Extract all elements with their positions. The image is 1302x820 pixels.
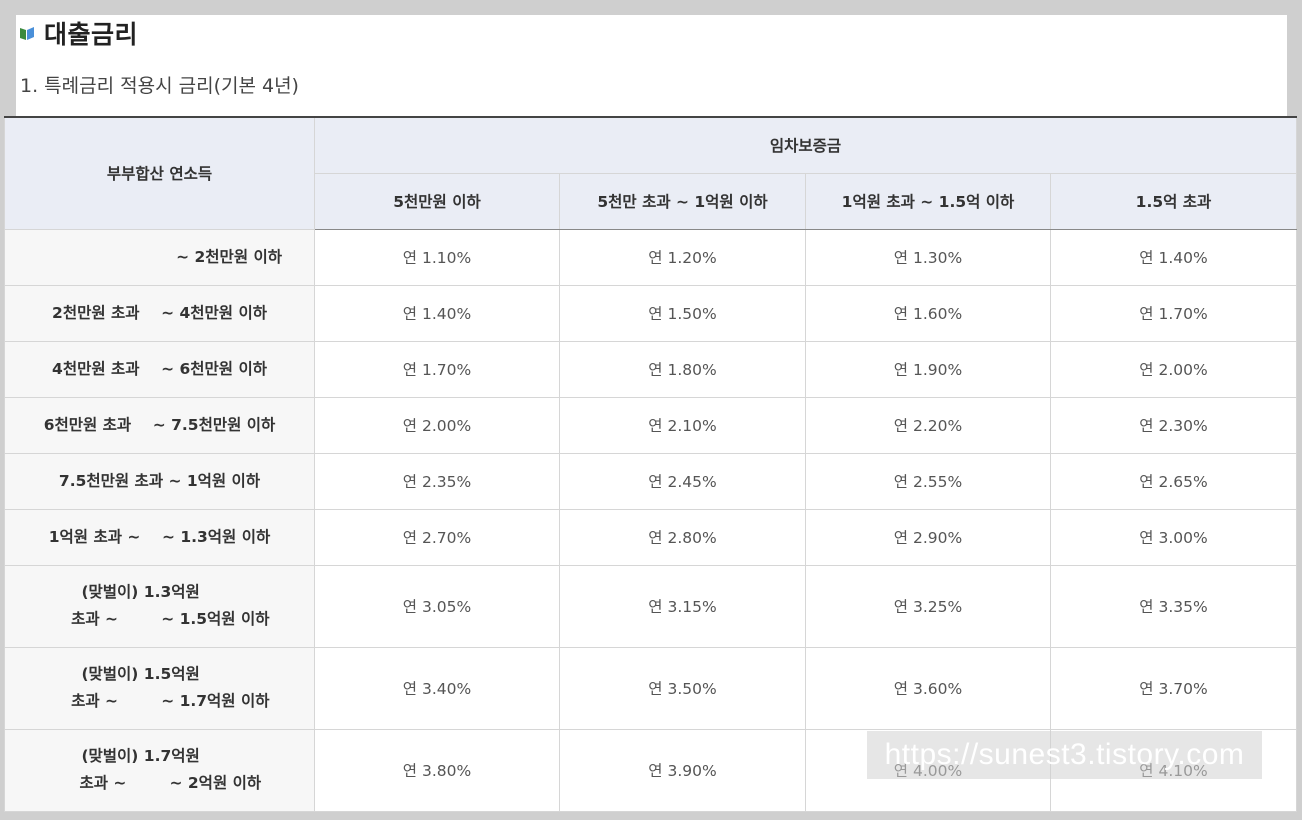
- rate-cell: 연 2.80%: [559, 508, 806, 566]
- rate-cell: 연 2.65%: [1050, 452, 1297, 510]
- rate-cell: 연 1.30%: [805, 228, 1051, 286]
- income-range: (맞벌이) 1.5억원 초과 ~ ~ 1.7억원 이하: [4, 646, 315, 730]
- rate-cell: 연 1.40%: [314, 284, 560, 342]
- rates-table: 부부합산 연소득 임차보증금 5천만원 이하 5천만 초과 ~ 1억원 이하 1…: [4, 116, 1297, 812]
- rate-cell: 연 2.10%: [559, 396, 806, 454]
- book-icon: [18, 24, 36, 42]
- column-header: 1.5억 초과: [1050, 172, 1297, 230]
- rate-cell: 연 1.90%: [805, 340, 1051, 398]
- income-range: 4천만원 초과 ~ 6천만원 이하: [4, 340, 315, 398]
- rate-cell: 연 3.25%: [805, 564, 1051, 648]
- column-header: 1억원 초과 ~ 1.5억 이하: [805, 172, 1051, 230]
- rate-cell: 연 1.20%: [559, 228, 806, 286]
- rate-cell: 연 3.15%: [559, 564, 806, 648]
- rate-cell: 연 3.00%: [1050, 508, 1297, 566]
- income-range: 1억원 초과 ~ ~ 1.3억원 이하: [4, 508, 315, 566]
- rate-cell: 연 3.90%: [559, 728, 806, 812]
- table-row: 2천만원 초과 ~ 4천만원 이하 연 1.40% 연 1.50% 연 1.60…: [4, 284, 1297, 342]
- watermark: https://sunest3.tistory.com: [867, 731, 1262, 779]
- table-row: (맞벌이) 1.3억원 초과 ~ ~ 1.5억원 이하 연 3.05% 연 3.…: [4, 564, 1297, 648]
- table-row: 6천만원 초과 ~ 7.5천만원 이하 연 2.00% 연 2.10% 연 2.…: [4, 396, 1297, 454]
- rate-cell: 연 1.10%: [314, 228, 560, 286]
- rate-cell: 연 2.70%: [314, 508, 560, 566]
- rate-cell: 연 1.70%: [314, 340, 560, 398]
- rate-cell: 연 1.50%: [559, 284, 806, 342]
- rate-cell: 연 1.70%: [1050, 284, 1297, 342]
- rate-cell: 연 2.20%: [805, 396, 1051, 454]
- rate-cell: 연 3.70%: [1050, 646, 1297, 730]
- rate-cell: 연 2.55%: [805, 452, 1051, 510]
- page-title: 대출금리: [44, 20, 139, 49]
- rate-cell: 연 3.80%: [314, 728, 560, 812]
- section-heading: 대출금리: [16, 17, 138, 49]
- rate-cell: 연 1.40%: [1050, 228, 1297, 286]
- rate-cell: 연 2.35%: [314, 452, 560, 510]
- section-subtitle: 1. 특례금리 적용시 금리(기본 4년): [20, 75, 299, 97]
- income-range: ~ 2천만원 이하: [4, 228, 315, 286]
- income-range: (맞벌이) 1.3억원 초과 ~ ~ 1.5억원 이하: [4, 564, 315, 648]
- income-range: (맞벌이) 1.7억원 초과 ~ ~ 2억원 이하: [4, 728, 315, 812]
- table-row: 1억원 초과 ~ ~ 1.3억원 이하 연 2.70% 연 2.80% 연 2.…: [4, 508, 1297, 566]
- column-header: 5천만원 이하: [314, 172, 560, 230]
- rate-cell: 연 3.60%: [805, 646, 1051, 730]
- table-row: 7.5천만원 초과 ~ 1억원 이하 연 2.35% 연 2.45% 연 2.5…: [4, 452, 1297, 510]
- table-row: (맞벌이) 1.5억원 초과 ~ ~ 1.7억원 이하 연 3.40% 연 3.…: [4, 646, 1297, 730]
- rate-cell: 연 2.00%: [314, 396, 560, 454]
- group-header: 임차보증금: [314, 116, 1297, 174]
- rate-cell: 연 1.60%: [805, 284, 1051, 342]
- rate-cell: 연 3.40%: [314, 646, 560, 730]
- income-range: 2천만원 초과 ~ 4천만원 이하: [4, 284, 315, 342]
- rate-cell: 연 2.30%: [1050, 396, 1297, 454]
- income-range: 6천만원 초과 ~ 7.5천만원 이하: [4, 396, 315, 454]
- table-row: 4천만원 초과 ~ 6천만원 이하 연 1.70% 연 1.80% 연 1.90…: [4, 340, 1297, 398]
- income-range: 7.5천만원 초과 ~ 1억원 이하: [4, 452, 315, 510]
- rate-cell: 연 3.50%: [559, 646, 806, 730]
- rate-cell: 연 2.90%: [805, 508, 1051, 566]
- row-header-title: 부부합산 연소득: [4, 116, 315, 230]
- rate-cell: 연 3.05%: [314, 564, 560, 648]
- table-row: ~ 2천만원 이하 연 1.10% 연 1.20% 연 1.30% 연 1.40…: [4, 228, 1297, 286]
- rate-cell: 연 2.00%: [1050, 340, 1297, 398]
- column-header: 5천만 초과 ~ 1억원 이하: [559, 172, 806, 230]
- rate-cell: 연 3.35%: [1050, 564, 1297, 648]
- rate-cell: 연 1.80%: [559, 340, 806, 398]
- rate-cell: 연 2.45%: [559, 452, 806, 510]
